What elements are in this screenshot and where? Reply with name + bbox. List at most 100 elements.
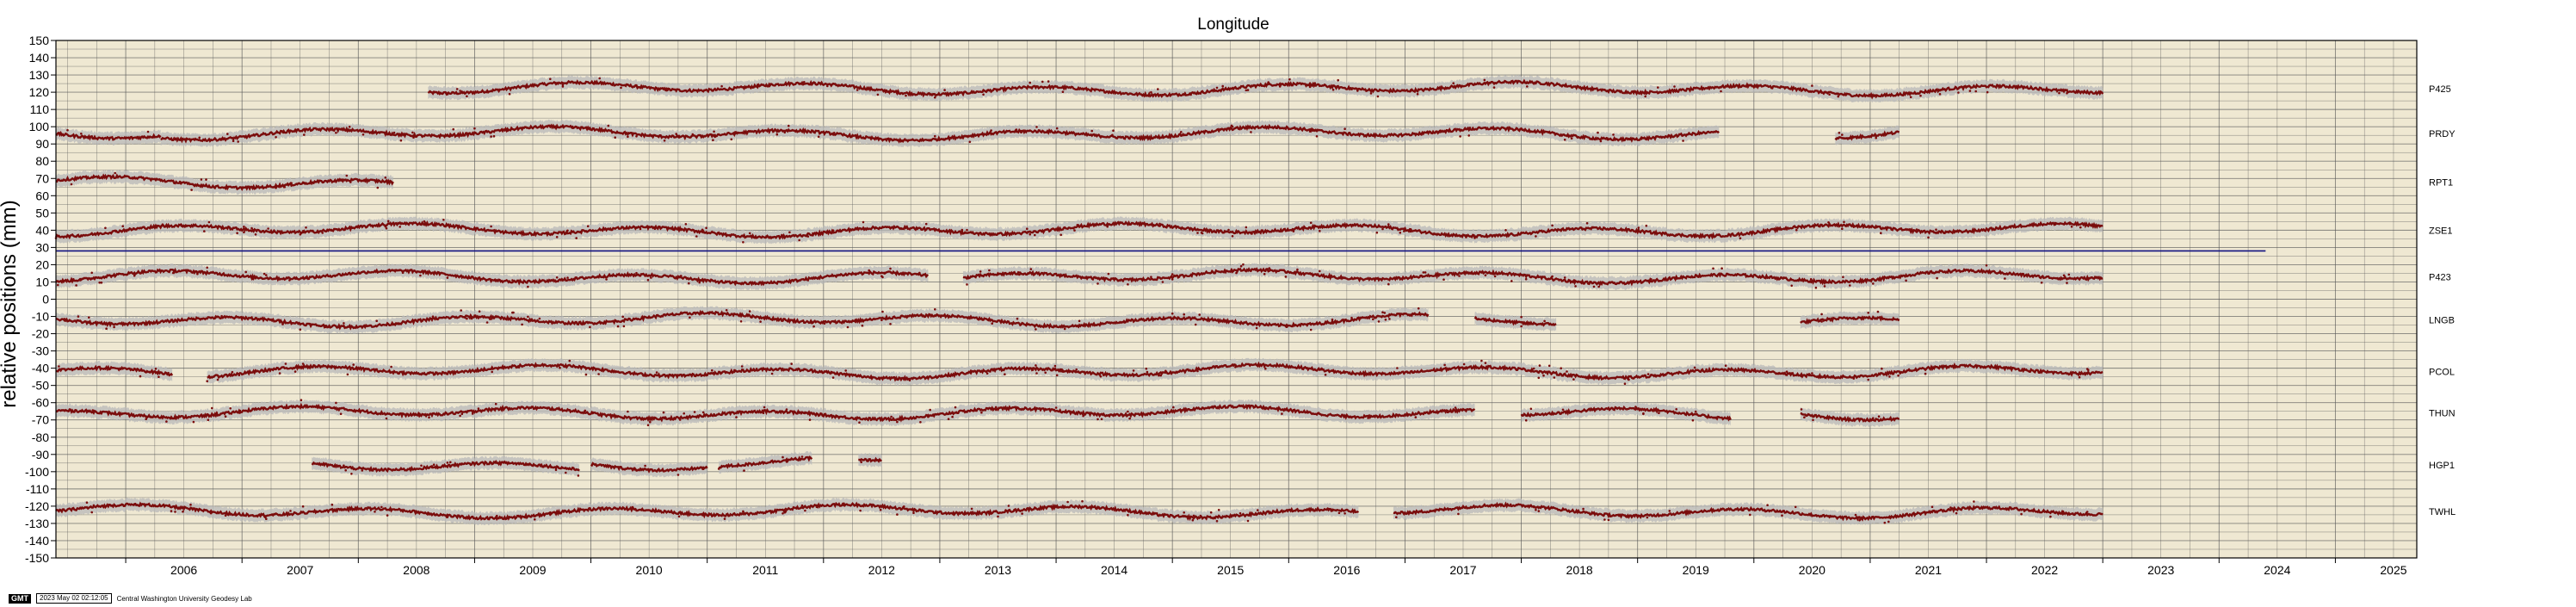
data-point <box>1626 515 1628 517</box>
data-point <box>997 273 999 276</box>
data-point <box>1897 374 1900 377</box>
data-point <box>970 507 973 511</box>
data-point <box>1764 510 1767 513</box>
data-point <box>966 228 968 232</box>
data-point <box>471 412 474 415</box>
data-point <box>231 370 234 374</box>
data-point <box>831 229 835 232</box>
data-point <box>70 183 73 186</box>
data-point <box>1031 369 1035 371</box>
data-point <box>1504 229 1507 232</box>
footer: GMT 2023 May 02 02:12:05 Central Washing… <box>9 593 252 604</box>
data-point <box>2087 369 2090 372</box>
data-point <box>2062 274 2066 277</box>
data-point <box>649 420 652 424</box>
data-point <box>301 362 305 365</box>
data-point <box>985 372 989 375</box>
data-point <box>1034 233 1036 237</box>
data-point <box>131 177 134 179</box>
data-point <box>997 515 999 518</box>
data-point <box>414 412 417 416</box>
data-point <box>374 224 377 227</box>
data-point <box>63 318 66 320</box>
station-label-twhl: TWHL <box>2429 507 2456 517</box>
data-point <box>880 275 883 278</box>
data-point <box>224 514 227 517</box>
data-point <box>1452 82 1455 84</box>
data-point <box>1319 230 1321 232</box>
data-point <box>1251 232 1253 235</box>
y-tick-label: -40 <box>32 362 49 375</box>
data-point <box>1055 127 1059 130</box>
data-point <box>189 503 192 506</box>
data-point <box>1726 508 1728 511</box>
data-point <box>2078 375 2081 379</box>
data-point <box>716 232 720 234</box>
y-tick-label: 100 <box>29 120 50 133</box>
data-point <box>1749 513 1751 517</box>
data-point <box>879 508 882 511</box>
data-point <box>988 269 991 272</box>
data-point <box>154 368 158 370</box>
data-point <box>390 365 392 369</box>
data-point <box>263 516 267 518</box>
data-point <box>2079 226 2082 229</box>
data-point <box>165 420 168 423</box>
data-point <box>691 133 695 136</box>
data-point <box>804 411 806 414</box>
data-point <box>1919 94 1922 97</box>
data-point <box>1075 368 1078 371</box>
data-point <box>1888 517 1891 519</box>
data-point <box>1227 228 1230 232</box>
data-point <box>678 418 682 421</box>
data-point <box>1694 410 1697 413</box>
data-point <box>478 310 481 313</box>
data-point <box>206 266 208 269</box>
data-point <box>1331 508 1334 511</box>
data-point <box>88 316 90 319</box>
data-point <box>167 371 170 375</box>
data-point <box>1837 95 1840 98</box>
data-point <box>1824 90 1827 94</box>
data-point <box>553 81 557 84</box>
data-point <box>720 84 723 88</box>
data-point <box>1035 126 1038 128</box>
data-point <box>653 227 657 231</box>
data-point <box>927 415 930 418</box>
x-tick-labels: 2006 2007 2008 2009 2010 2011 2012 2013 2014 2015… <box>125 558 2407 577</box>
data-point <box>924 222 928 226</box>
data-point <box>243 231 245 234</box>
data-point <box>549 77 552 81</box>
data-point <box>1150 90 1152 94</box>
data-point <box>158 375 160 379</box>
data-point <box>1128 417 1131 420</box>
data-point <box>301 505 305 508</box>
data-point <box>800 504 804 507</box>
data-point <box>258 513 261 516</box>
data-point <box>77 315 80 318</box>
data-point <box>1100 418 1103 421</box>
data-point <box>1221 84 1224 88</box>
data-point <box>1159 374 1162 377</box>
data-point <box>446 276 449 279</box>
data-point <box>1739 237 1742 240</box>
data-point <box>90 271 93 275</box>
data-point <box>635 135 638 138</box>
data-point <box>265 274 268 276</box>
data-point <box>1044 371 1047 375</box>
data-point <box>1880 232 1882 235</box>
data-point <box>717 468 720 470</box>
data-point <box>969 369 973 372</box>
data-point <box>1392 88 1395 90</box>
data-point <box>1041 80 1044 84</box>
data-point <box>1315 135 1319 138</box>
y-tick-label: 50 <box>35 206 49 220</box>
data-point <box>534 518 536 521</box>
data-point <box>1674 277 1677 281</box>
data-point <box>121 225 124 228</box>
data-point <box>238 374 241 377</box>
y-tick-label: -110 <box>26 482 49 496</box>
data-point <box>1811 372 1813 375</box>
data-point <box>614 136 616 139</box>
data-point <box>2067 273 2071 276</box>
